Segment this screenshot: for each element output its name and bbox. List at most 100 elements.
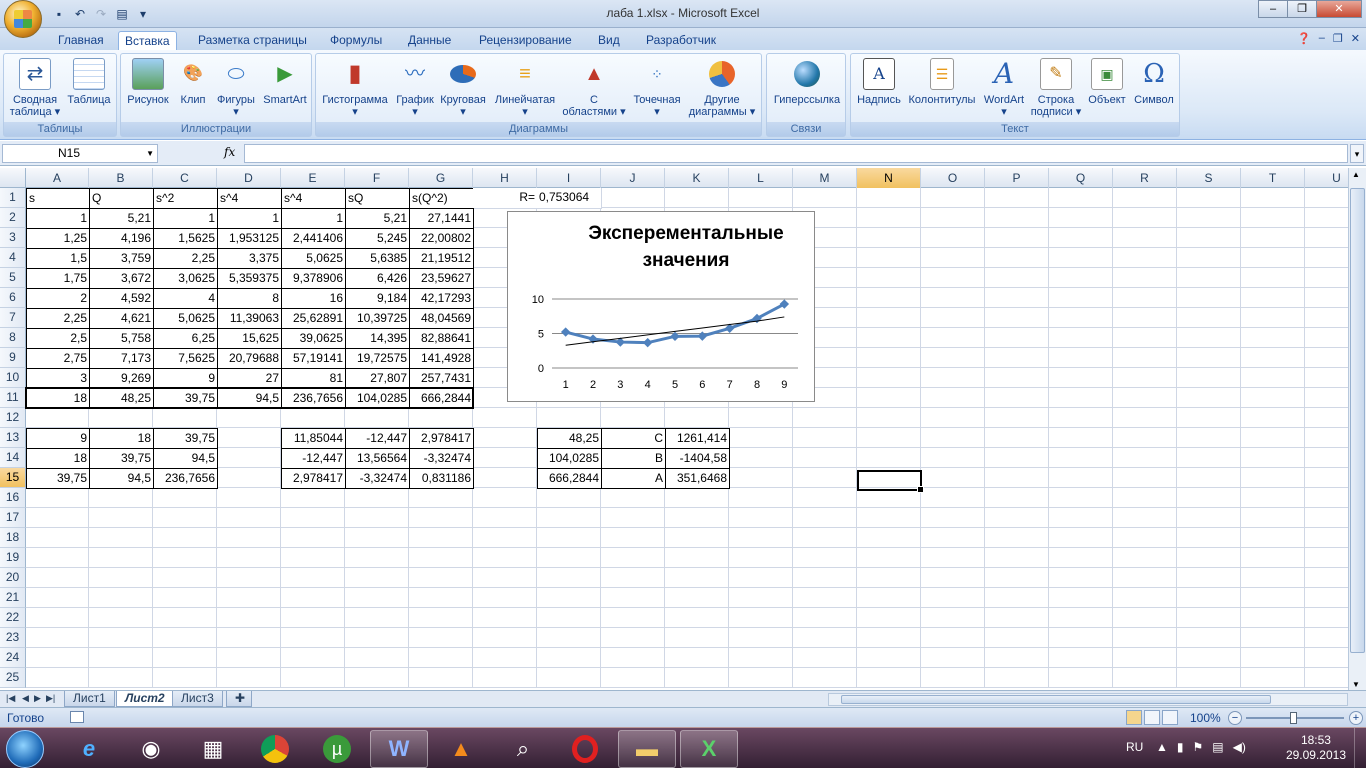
row-header[interactable]: 5 <box>0 268 26 288</box>
cell-g3[interactable]: 22,00802 <box>409 228 474 249</box>
tab-developer[interactable]: Разработчик <box>640 31 722 50</box>
cell-f13[interactable]: -12,447 <box>345 428 410 449</box>
grid-cell[interactable] <box>1049 368 1113 388</box>
grid-cell[interactable] <box>1113 508 1177 528</box>
picture-button[interactable]: Рисунок <box>123 56 173 106</box>
grid-cell[interactable] <box>857 388 921 408</box>
pivot-table-button[interactable]: ⇄ Сводная таблица ▾ <box>6 56 64 118</box>
textbox-button[interactable]: A Надпись <box>853 56 905 106</box>
grid-cell[interactable] <box>1177 548 1241 568</box>
cell-g2[interactable]: 27,1441 <box>409 208 474 229</box>
cell-g4[interactable]: 21,19512 <box>409 248 474 269</box>
grid-cell[interactable] <box>985 528 1049 548</box>
grid-cell[interactable] <box>729 488 793 508</box>
grid-cell[interactable] <box>1177 608 1241 628</box>
grid-cell[interactable] <box>1305 648 1348 668</box>
grid-cell[interactable] <box>281 488 345 508</box>
grid-cell[interactable] <box>985 208 1049 228</box>
grid-cell[interactable] <box>217 608 281 628</box>
cell-f9[interactable]: 19,72575 <box>345 348 410 369</box>
grid-cell[interactable] <box>1241 308 1305 328</box>
cell-g1[interactable]: s(Q^2) <box>409 188 474 209</box>
row-header[interactable]: 10 <box>0 368 26 388</box>
calculator-icon[interactable]: ▦ <box>184 730 242 768</box>
cell-g5[interactable]: 23,59627 <box>409 268 474 289</box>
cell-k13[interactable]: 1261,414 <box>665 428 730 449</box>
cell-e11[interactable]: 236,7656 <box>281 388 346 409</box>
area-chart-button[interactable]: ▲ С областями ▾ <box>560 56 628 118</box>
cell-c1[interactable]: s^2 <box>153 188 218 209</box>
grid-cell[interactable] <box>985 668 1049 688</box>
grid-cell[interactable] <box>601 668 665 688</box>
grid-cell[interactable] <box>793 188 857 208</box>
cell-k14[interactable]: -1404,58 <box>665 448 730 469</box>
row-header[interactable]: 18 <box>0 528 26 548</box>
minimize-button[interactable]: ‒ <box>1258 0 1288 18</box>
row-header[interactable]: 21 <box>0 588 26 608</box>
line-chart-button[interactable]: 〰 График ▾ <box>392 56 438 118</box>
grid-cell[interactable] <box>985 228 1049 248</box>
cell-g7[interactable]: 48,04569 <box>409 308 474 329</box>
cell-c10[interactable]: 9 <box>153 368 218 389</box>
next-sheet-icon[interactable]: ▶ <box>34 693 41 704</box>
grid-cell[interactable] <box>153 568 217 588</box>
start-button[interactable] <box>6 730 44 768</box>
cell-c9[interactable]: 7,5625 <box>153 348 218 369</box>
cell-b14[interactable]: 39,75 <box>89 448 154 469</box>
grid-cell[interactable] <box>921 368 985 388</box>
formula-input[interactable] <box>244 144 1348 163</box>
expand-formula-icon[interactable]: ▾ <box>1350 144 1364 163</box>
grid-cell[interactable] <box>1241 208 1305 228</box>
grid-cell[interactable] <box>665 588 729 608</box>
row-header[interactable]: 14 <box>0 448 26 468</box>
grid-cell[interactable] <box>793 648 857 668</box>
column-header[interactable]: H <box>473 168 537 188</box>
grid-cell[interactable] <box>217 488 281 508</box>
cell-e4[interactable]: 5,0625 <box>281 248 346 269</box>
grid-cell[interactable] <box>1049 248 1113 268</box>
grid-cell[interactable] <box>857 408 921 428</box>
grid-cell[interactable] <box>537 528 601 548</box>
cell-b7[interactable]: 4,621 <box>89 308 154 329</box>
grid-cell[interactable] <box>409 528 473 548</box>
page-break-view-button[interactable] <box>1162 710 1178 725</box>
cell-e3[interactable]: 2,441406 <box>281 228 346 249</box>
column-header[interactable]: N <box>857 168 921 188</box>
cell-d8[interactable]: 15,625 <box>217 328 282 349</box>
hyperlink-button[interactable]: Гиперссылка <box>769 56 845 106</box>
grid-cell[interactable] <box>1177 628 1241 648</box>
grid-cell[interactable] <box>1241 448 1305 468</box>
vlc-icon[interactable]: ▲ <box>432 730 490 768</box>
grid-cell[interactable] <box>985 388 1049 408</box>
cell-f8[interactable]: 14,395 <box>345 328 410 349</box>
row-header[interactable]: 12 <box>0 408 26 428</box>
grid-cell[interactable] <box>857 188 921 208</box>
cell-a6[interactable]: 2 <box>26 288 90 309</box>
grid-cell[interactable] <box>793 588 857 608</box>
grid-cell[interactable] <box>1113 448 1177 468</box>
grid-cell[interactable] <box>153 528 217 548</box>
tab-insert[interactable]: Вставка <box>118 31 177 50</box>
grid-cell[interactable] <box>217 428 281 448</box>
row-header[interactable]: 6 <box>0 288 26 308</box>
grid-cell[interactable] <box>921 468 985 488</box>
grid-cell[interactable] <box>985 268 1049 288</box>
grid-cell[interactable] <box>857 288 921 308</box>
grid-cell[interactable] <box>217 448 281 468</box>
cell-e9[interactable]: 57,19141 <box>281 348 346 369</box>
grid-cell[interactable] <box>1177 648 1241 668</box>
grid-cell[interactable] <box>217 588 281 608</box>
grid-cell[interactable] <box>729 508 793 528</box>
grid-cell[interactable] <box>281 648 345 668</box>
grid-cell[interactable] <box>217 648 281 668</box>
worksheet-grid[interactable]: ABCDEFGHIJKLMNOPQRSTU 1 2 3 4 5 6 7 8 9 10 11 12 13 1… <box>0 168 1348 690</box>
grid-cell[interactable] <box>1049 448 1113 468</box>
cell-e14[interactable]: -12,447 <box>281 448 346 469</box>
grid-cell[interactable] <box>665 648 729 668</box>
cell-d10[interactable]: 27 <box>217 368 282 389</box>
ribbon-restore-icon[interactable]: ❐ <box>1333 32 1343 45</box>
grid-cell[interactable] <box>1177 668 1241 688</box>
grid-cell[interactable] <box>537 568 601 588</box>
zoom-level[interactable]: 100% <box>1190 711 1221 725</box>
cell-g13[interactable]: 2,978417 <box>409 428 474 449</box>
